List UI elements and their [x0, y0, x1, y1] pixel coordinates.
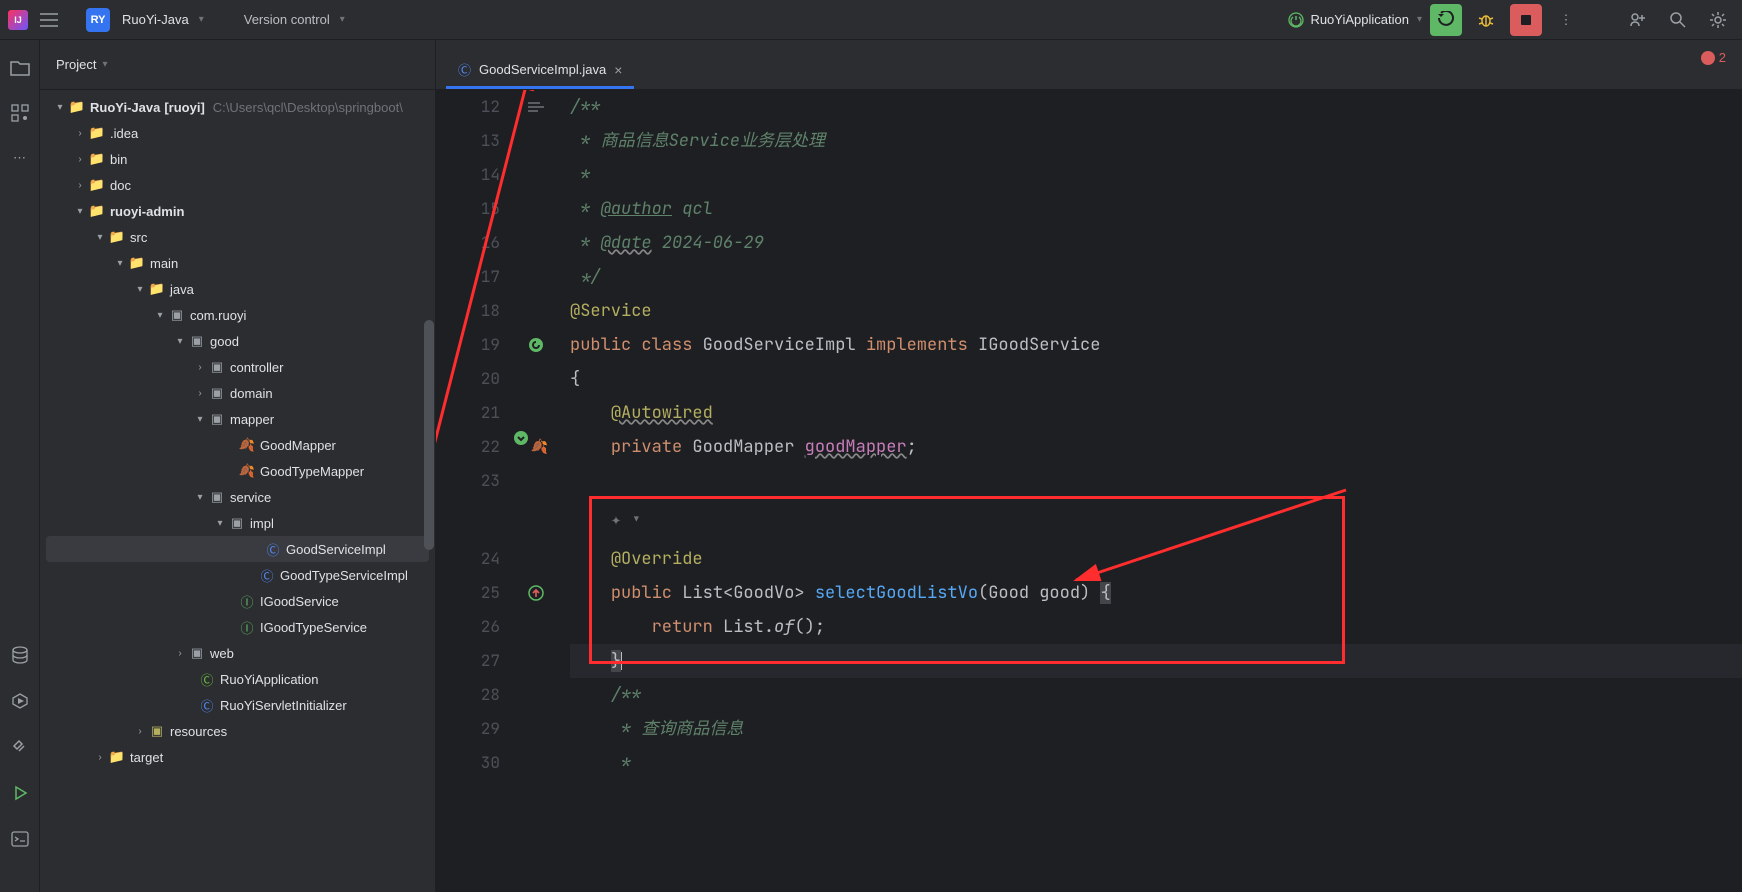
- version-control-menu[interactable]: Version control: [244, 12, 330, 27]
- titlebar: IJ RY RuoYi-Java ▾ Version control ▾ Ruo…: [0, 0, 1742, 40]
- intellij-icon: IJ: [8, 10, 28, 30]
- tree-folder-idea[interactable]: ›📁.idea: [40, 120, 435, 146]
- project-tool-icon[interactable]: [10, 60, 30, 76]
- run-tool-icon[interactable]: [11, 784, 29, 802]
- tab-goodserviceimpl[interactable]: Ⓒ GoodServiceImpl.java ×: [446, 53, 634, 89]
- tree-class-goodtypemapper[interactable]: ·🍂GoodTypeMapper: [40, 458, 435, 484]
- more-tools-icon[interactable]: ⋯: [13, 150, 26, 166]
- more-actions-icon[interactable]: ⋮: [1550, 4, 1582, 36]
- tree-scrollbar[interactable]: [424, 90, 434, 892]
- tree-class-ruoyiapp[interactable]: ·ⒸRuoYiApplication: [40, 666, 435, 692]
- tree-package[interactable]: ▾▣com.ruoyi: [40, 302, 435, 328]
- inspection-badge[interactable]: 2: [1701, 50, 1726, 65]
- close-icon[interactable]: ×: [614, 62, 622, 78]
- tree-pkg-mapper[interactable]: ▾▣mapper: [40, 406, 435, 432]
- tab-label: GoodServiceImpl.java: [479, 62, 606, 77]
- structure-tool-icon[interactable]: [11, 104, 29, 122]
- tree-root[interactable]: ▾📁 RuoYi-Java [ruoyi] C:\Users\qcl\Deskt…: [40, 94, 435, 120]
- tree-module-admin[interactable]: ▾📁ruoyi-admin: [40, 198, 435, 224]
- tree-class-goodmapper[interactable]: ·🍂GoodMapper: [40, 432, 435, 458]
- run-configuration[interactable]: RuoYiApplication ▾: [1288, 12, 1422, 28]
- search-icon[interactable]: [1662, 4, 1694, 36]
- tree-pkg-web[interactable]: ›▣web: [40, 640, 435, 666]
- override-icon: [528, 585, 544, 601]
- chevron-down-icon[interactable]: ▾: [199, 14, 204, 25]
- gutter: 12 13 14 15 16 17 18 19 20 21 22🍂 23 24 …: [436, 90, 550, 892]
- caret: [621, 652, 622, 670]
- hamburger-icon[interactable]: [36, 9, 62, 31]
- nav-icon: [513, 430, 529, 446]
- tree-class-servletinit[interactable]: ·ⒸRuoYiServletInitializer: [40, 692, 435, 718]
- tree-folder-src[interactable]: ▾📁src: [40, 224, 435, 250]
- bean-icon: [528, 337, 544, 353]
- services-tool-icon[interactable]: [11, 692, 29, 710]
- tree-interface-igoodservice[interactable]: ·ⒾIGoodService: [40, 588, 435, 614]
- editor-area: Ⓒ GoodServiceImpl.java × 2 12 13 14 15 1…: [436, 40, 1742, 892]
- tree-folder-resources[interactable]: ›▣resources: [40, 718, 435, 744]
- tree-pkg-service[interactable]: ▾▣service: [40, 484, 435, 510]
- tree-class-goodtypeserviceimpl[interactable]: ·ⒸGoodTypeServiceImpl: [40, 562, 435, 588]
- inlay-hint-icon[interactable]: ✦ ▾: [611, 509, 642, 531]
- project-panel: Project ▾ ▾📁 RuoYi-Java [ruoyi] C:\Users…: [40, 40, 436, 892]
- project-name[interactable]: RuoYi-Java: [122, 12, 189, 27]
- build-tool-icon[interactable]: [11, 738, 29, 756]
- editor-tabs: Ⓒ GoodServiceImpl.java ×: [436, 40, 1742, 90]
- project-panel-header[interactable]: Project ▾: [40, 40, 435, 90]
- code-content[interactable]: /** * 商品信息Service业务层处理 * * @author qcl *…: [550, 90, 1742, 892]
- error-icon: [1701, 51, 1715, 65]
- tree-class-goodserviceimpl[interactable]: ·ⒸGoodServiceImpl: [46, 536, 429, 562]
- project-badge: RY: [86, 8, 110, 32]
- scrollbar-thumb[interactable]: [424, 320, 434, 550]
- chevron-down-icon[interactable]: ▾: [340, 14, 345, 25]
- tree-interface-igoodtypeservice[interactable]: ·ⒾIGoodTypeService: [40, 614, 435, 640]
- tree-folder-java[interactable]: ▾📁java: [40, 276, 435, 302]
- rerun-button[interactable]: [1430, 4, 1462, 36]
- class-icon: Ⓒ: [458, 60, 471, 79]
- database-tool-icon[interactable]: [11, 646, 29, 664]
- terminal-tool-icon[interactable]: [11, 830, 29, 848]
- chevron-down-icon: ▾: [102, 59, 107, 70]
- editor-body[interactable]: 12 13 14 15 16 17 18 19 20 21 22🍂 23 24 …: [436, 90, 1742, 892]
- code-with-me-icon[interactable]: [1622, 4, 1654, 36]
- tree-folder-main[interactable]: ▾📁main: [40, 250, 435, 276]
- spring-boot-icon: [1288, 12, 1304, 28]
- tree-folder-doc[interactable]: ›📁doc: [40, 172, 435, 198]
- tree-pkg-good[interactable]: ▾▣good: [40, 328, 435, 354]
- debug-button[interactable]: [1470, 4, 1502, 36]
- tree-folder-target[interactable]: ›📁target: [40, 744, 435, 770]
- tree-pkg-domain[interactable]: ›▣domain: [40, 380, 435, 406]
- left-toolbar: ⋯: [0, 40, 40, 892]
- tree-pkg-impl[interactable]: ▾▣impl: [40, 510, 435, 536]
- project-tree[interactable]: ▾📁 RuoYi-Java [ruoyi] C:\Users\qcl\Deskt…: [40, 90, 435, 892]
- settings-icon[interactable]: [1702, 4, 1734, 36]
- tree-pkg-controller[interactable]: ›▣controller: [40, 354, 435, 380]
- stop-button[interactable]: [1510, 4, 1542, 36]
- tree-folder-bin[interactable]: ›📁bin: [40, 146, 435, 172]
- chevron-down-icon: ▾: [1417, 14, 1422, 25]
